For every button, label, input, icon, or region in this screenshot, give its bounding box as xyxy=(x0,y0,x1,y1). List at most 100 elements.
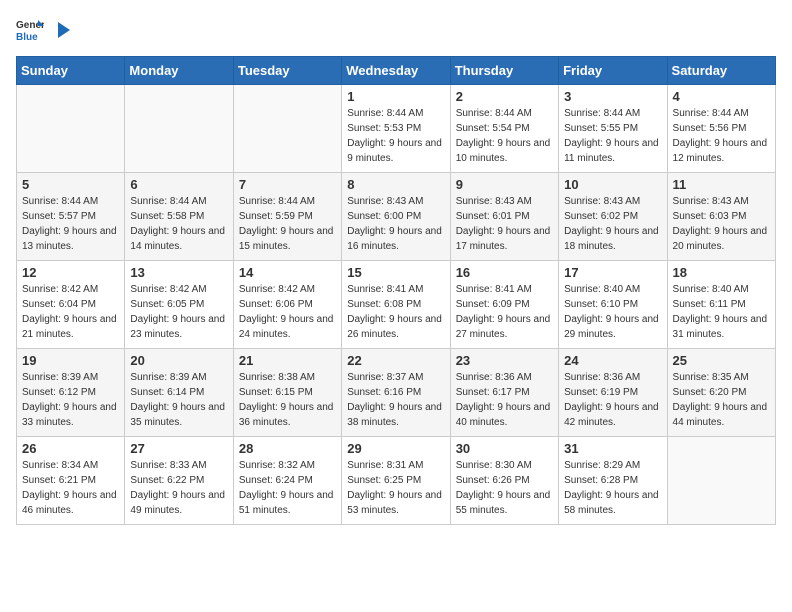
calendar-cell: 31 Sunrise: 8:29 AMSunset: 6:28 PMDayligh… xyxy=(559,437,667,525)
day-info: Sunrise: 8:42 AMSunset: 6:04 PMDaylight:… xyxy=(22,282,119,342)
header-day-wednesday: Wednesday xyxy=(342,57,450,85)
header-day-friday: Friday xyxy=(559,57,667,85)
calendar-cell: 24Sunrise: 8:36 AMSunset: 6:19 PMDayligh… xyxy=(559,349,667,437)
day-info: Sunrise: 8:31 AMSunset: 6:25 PMDaylight:… xyxy=(347,458,444,518)
day-number: 20 xyxy=(130,353,227,368)
day-number: 29 xyxy=(347,441,444,456)
calendar-cell: 22 Sunrise: 8:37 AMSunset: 6:16 PMDayligh… xyxy=(342,349,450,437)
calendar-cell: 14 Sunrise: 8:42 AMSunset: 6:06 PMDayligh… xyxy=(233,261,341,349)
calendar-cell: 26Sunrise: 8:34 AMSunset: 6:21 PMDayligh… xyxy=(17,437,125,525)
logo-arrow-icon xyxy=(52,20,72,40)
calendar-cell: 20 Sunrise: 8:39 AMSunset: 6:14 PMDayligh… xyxy=(125,349,233,437)
calendar-cell: 16 Sunrise: 8:41 AMSunset: 6:09 PMDayligh… xyxy=(450,261,558,349)
calendar-cell: 28 Sunrise: 8:32 AMSunset: 6:24 PMDayligh… xyxy=(233,437,341,525)
calendar-cell: 25Sunrise: 8:35 AMSunset: 6:20 PMDayligh… xyxy=(667,349,775,437)
day-info: Sunrise: 8:36 AMSunset: 6:17 PMDaylight:… xyxy=(456,370,553,430)
day-info: Sunrise: 8:40 AMSunset: 6:11 PMDaylight:… xyxy=(673,282,770,342)
day-number: 8 xyxy=(347,177,444,192)
day-number: 12 xyxy=(22,265,119,280)
logo-icon: General Blue xyxy=(16,16,44,44)
day-info: Sunrise: 8:33 AMSunset: 6:22 PMDaylight:… xyxy=(130,458,227,518)
logo: General Blue xyxy=(16,16,72,44)
day-number: 2 xyxy=(456,89,553,104)
header-day-monday: Monday xyxy=(125,57,233,85)
day-info: Sunrise: 8:42 AMSunset: 6:06 PMDaylight:… xyxy=(239,282,336,342)
day-info: Sunrise: 8:39 AMSunset: 6:14 PMDaylight:… xyxy=(130,370,227,430)
day-number: 17 xyxy=(564,265,661,280)
calendar-cell: 4 Sunrise: 8:44 AMSunset: 5:56 PMDaylight… xyxy=(667,85,775,173)
day-info: Sunrise: 8:44 AMSunset: 5:58 PMDaylight:… xyxy=(130,194,227,254)
header-day-thursday: Thursday xyxy=(450,57,558,85)
header-day-saturday: Saturday xyxy=(667,57,775,85)
day-number: 3 xyxy=(564,89,661,104)
day-number: 26 xyxy=(22,441,119,456)
day-info: Sunrise: 8:43 AMSunset: 6:02 PMDaylight:… xyxy=(564,194,661,254)
day-info: Sunrise: 8:44 AMSunset: 5:57 PMDaylight:… xyxy=(22,194,119,254)
header-row: SundayMondayTuesdayWednesdayThursdayFrid… xyxy=(17,57,776,85)
day-number: 4 xyxy=(673,89,770,104)
calendar-cell: 2Sunrise: 8:44 AMSunset: 5:54 PMDaylight… xyxy=(450,85,558,173)
calendar-cell: 12 Sunrise: 8:42 AMSunset: 6:04 PMDayligh… xyxy=(17,261,125,349)
day-info: Sunrise: 8:30 AMSunset: 6:26 PMDaylight:… xyxy=(456,458,553,518)
day-info: Sunrise: 8:41 AMSunset: 6:08 PMDaylight:… xyxy=(347,282,444,342)
calendar-cell: 29 Sunrise: 8:31 AMSunset: 6:25 PMDayligh… xyxy=(342,437,450,525)
calendar-cell: 19 Sunrise: 8:39 AMSunset: 6:12 PMDayligh… xyxy=(17,349,125,437)
day-info: Sunrise: 8:39 AMSunset: 6:12 PMDaylight:… xyxy=(22,370,119,430)
day-number: 7 xyxy=(239,177,336,192)
day-number: 11 xyxy=(673,177,770,192)
day-info: Sunrise: 8:35 AMSunset: 6:20 PMDaylight:… xyxy=(673,370,770,430)
day-number: 28 xyxy=(239,441,336,456)
day-number: 23 xyxy=(456,353,553,368)
day-info: Sunrise: 8:44 AMSunset: 5:56 PMDaylight:… xyxy=(673,106,770,166)
day-number: 1 xyxy=(347,89,444,104)
calendar-cell: 18 Sunrise: 8:40 AMSunset: 6:11 PMDayligh… xyxy=(667,261,775,349)
calendar-cell: 15 Sunrise: 8:41 AMSunset: 6:08 PMDayligh… xyxy=(342,261,450,349)
day-number: 31 xyxy=(564,441,661,456)
day-number: 19 xyxy=(22,353,119,368)
svg-text:Blue: Blue xyxy=(16,32,38,43)
week-row-1: 1Sunrise: 8:44 AMSunset: 5:53 PMDaylight… xyxy=(17,85,776,173)
week-row-5: 26Sunrise: 8:34 AMSunset: 6:21 PMDayligh… xyxy=(17,437,776,525)
day-number: 30 xyxy=(456,441,553,456)
calendar-cell: 6 Sunrise: 8:44 AMSunset: 5:58 PMDaylight… xyxy=(125,173,233,261)
day-info: Sunrise: 8:37 AMSunset: 6:16 PMDaylight:… xyxy=(347,370,444,430)
calendar-cell: 5 Sunrise: 8:44 AMSunset: 5:57 PMDaylight… xyxy=(17,173,125,261)
day-info: Sunrise: 8:43 AMSunset: 6:00 PMDaylight:… xyxy=(347,194,444,254)
week-row-3: 12 Sunrise: 8:42 AMSunset: 6:04 PMDayligh… xyxy=(17,261,776,349)
calendar-cell xyxy=(667,437,775,525)
day-info: Sunrise: 8:42 AMSunset: 6:05 PMDaylight:… xyxy=(130,282,227,342)
day-number: 22 xyxy=(347,353,444,368)
calendar-cell xyxy=(233,85,341,173)
day-info: Sunrise: 8:44 AMSunset: 5:59 PMDaylight:… xyxy=(239,194,336,254)
day-number: 14 xyxy=(239,265,336,280)
calendar-cell: 10 Sunrise: 8:43 AMSunset: 6:02 PMDayligh… xyxy=(559,173,667,261)
day-number: 18 xyxy=(673,265,770,280)
calendar-cell: 30 Sunrise: 8:30 AMSunset: 6:26 PMDayligh… xyxy=(450,437,558,525)
calendar-body: 1Sunrise: 8:44 AMSunset: 5:53 PMDaylight… xyxy=(17,85,776,525)
day-info: Sunrise: 8:32 AMSunset: 6:24 PMDaylight:… xyxy=(239,458,336,518)
calendar-header: SundayMondayTuesdayWednesdayThursdayFrid… xyxy=(17,57,776,85)
day-number: 6 xyxy=(130,177,227,192)
day-info: Sunrise: 8:38 AMSunset: 6:15 PMDaylight:… xyxy=(239,370,336,430)
day-info: Sunrise: 8:41 AMSunset: 6:09 PMDaylight:… xyxy=(456,282,553,342)
day-info: Sunrise: 8:44 AMSunset: 5:55 PMDaylight:… xyxy=(564,106,661,166)
calendar-cell: 13 Sunrise: 8:42 AMSunset: 6:05 PMDayligh… xyxy=(125,261,233,349)
calendar-cell: 17Sunrise: 8:40 AMSunset: 6:10 PMDayligh… xyxy=(559,261,667,349)
calendar-cell: 3 Sunrise: 8:44 AMSunset: 5:55 PMDaylight… xyxy=(559,85,667,173)
day-number: 5 xyxy=(22,177,119,192)
calendar-cell: 11Sunrise: 8:43 AMSunset: 6:03 PMDayligh… xyxy=(667,173,775,261)
header-day-sunday: Sunday xyxy=(17,57,125,85)
day-number: 16 xyxy=(456,265,553,280)
day-number: 15 xyxy=(347,265,444,280)
day-info: Sunrise: 8:43 AMSunset: 6:01 PMDaylight:… xyxy=(456,194,553,254)
day-number: 24 xyxy=(564,353,661,368)
calendar-cell: 23 Sunrise: 8:36 AMSunset: 6:17 PMDayligh… xyxy=(450,349,558,437)
week-row-4: 19 Sunrise: 8:39 AMSunset: 6:12 PMDayligh… xyxy=(17,349,776,437)
day-info: Sunrise: 8:29 AMSunset: 6:28 PMDaylight:… xyxy=(564,458,661,518)
calendar-table: SundayMondayTuesdayWednesdayThursdayFrid… xyxy=(16,56,776,525)
day-number: 10 xyxy=(564,177,661,192)
day-number: 13 xyxy=(130,265,227,280)
calendar-cell: 7 Sunrise: 8:44 AMSunset: 5:59 PMDaylight… xyxy=(233,173,341,261)
week-row-2: 5 Sunrise: 8:44 AMSunset: 5:57 PMDaylight… xyxy=(17,173,776,261)
calendar-cell: 21Sunrise: 8:38 AMSunset: 6:15 PMDayligh… xyxy=(233,349,341,437)
